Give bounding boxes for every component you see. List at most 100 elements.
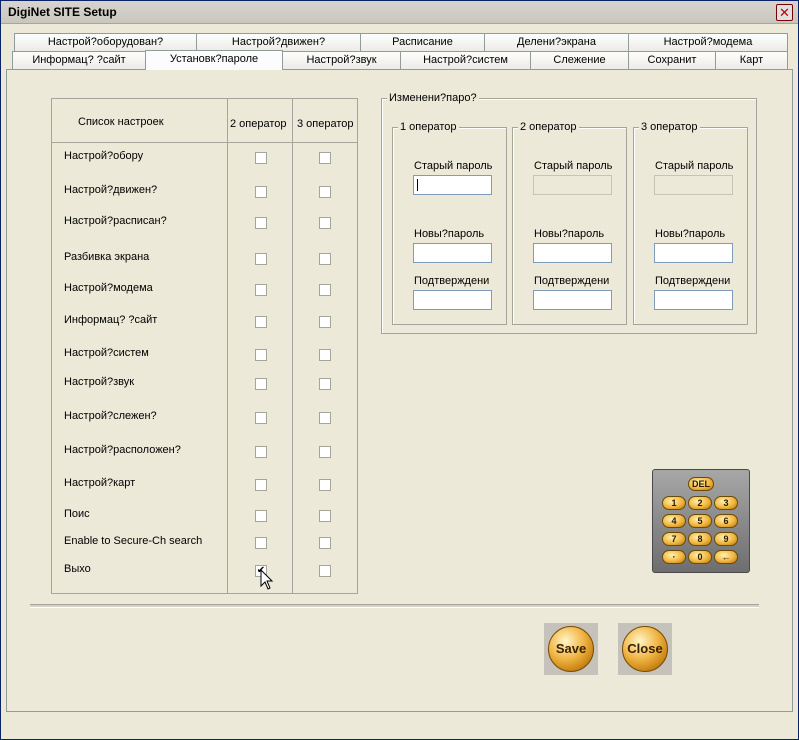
operator-group-title: 2 оператор (518, 121, 579, 133)
operator-group-title: 1 оператор (398, 121, 459, 133)
operator3-checkbox[interactable] (319, 152, 331, 164)
operator2-checkbox[interactable] (255, 186, 267, 198)
operator3-checkbox[interactable] (319, 378, 331, 390)
setting-row-label: Разбивка экрана (64, 251, 150, 263)
confirm-password-field[interactable] (654, 290, 733, 310)
keypad-key[interactable]: 7 (662, 532, 686, 546)
operator3-checkbox[interactable] (319, 446, 331, 458)
settings-list-header: Список настроек (78, 116, 164, 128)
setup-window: DigiNet SITE Setup ✕ Настрой?оборудован?… (0, 0, 799, 740)
operator2-checkbox[interactable] (255, 349, 267, 361)
old-password-label: Старый пароль (534, 160, 613, 172)
tab-modem-settings[interactable]: Настрой?модема (628, 33, 788, 51)
operator2-checkbox[interactable] (255, 253, 267, 265)
operator2-checkbox[interactable] (255, 446, 267, 458)
tab-screen-split[interactable]: Делени?экрана (484, 33, 629, 51)
operator3-checkbox[interactable] (319, 186, 331, 198)
setting-row-label: Настрой?систем (64, 347, 149, 359)
setting-row-label: Настрой?слежен? (64, 410, 157, 422)
keypad-key[interactable]: 2 (688, 496, 712, 510)
setting-row-label: Enable to Secure-Ch search (64, 535, 203, 547)
tab-sound-settings[interactable]: Настрой?звук (282, 51, 401, 69)
setting-row-label: Настрой?расположен? (64, 444, 181, 456)
operator3-checkbox[interactable] (319, 510, 331, 522)
close-button[interactable]: Close (622, 626, 668, 672)
operator2-checkbox[interactable] (255, 316, 267, 328)
confirm-password-label: Подтверждени (655, 275, 731, 287)
close-button-frame: Close (618, 623, 672, 675)
old-password-field[interactable] (413, 175, 492, 195)
keypad-key[interactable]: 9 (714, 532, 738, 546)
setting-row-label: Информац? ?сайт (64, 314, 158, 326)
setting-row-label: Настрой?расписан? (64, 215, 167, 227)
operator2-checkbox[interactable] (255, 479, 267, 491)
new-password-label: Новы?пароль (414, 228, 485, 240)
operator3-checkbox[interactable] (319, 349, 331, 361)
tab-save[interactable]: Сохранит (628, 51, 716, 69)
setting-row-label: Настрой?обору (64, 150, 144, 162)
tab-password-setup[interactable]: Установк?пароле (145, 50, 283, 70)
tab-hardware-settings[interactable]: Настрой?оборудован? (14, 33, 197, 51)
new-password-field[interactable] (413, 243, 492, 263)
tab-motion-settings[interactable]: Настрой?движен? (196, 33, 361, 51)
tab-schedule[interactable]: Расписание (360, 33, 485, 51)
tab-tracking[interactable]: Слежение (530, 51, 629, 69)
new-password-field[interactable] (654, 243, 733, 263)
operator3-checkbox[interactable] (319, 537, 331, 549)
setting-row-label: Настрой?карт (64, 477, 136, 489)
window-close-button[interactable]: ✕ (776, 4, 793, 21)
confirm-password-field[interactable] (533, 290, 612, 310)
confirm-password-label: Подтверждени (534, 275, 610, 287)
operator2-checkbox[interactable] (255, 284, 267, 296)
operator2-checkbox[interactable] (255, 412, 267, 424)
operator2-checkbox[interactable] (255, 537, 267, 549)
operator3-checkbox[interactable] (319, 412, 331, 424)
operator3-checkbox[interactable] (319, 284, 331, 296)
new-password-field[interactable] (533, 243, 612, 263)
keypad-key[interactable]: 8 (688, 532, 712, 546)
operator2-checkbox[interactable] (255, 378, 267, 390)
operator2-checkbox[interactable] (255, 510, 267, 522)
operator3-checkbox[interactable] (319, 217, 331, 229)
old-password-label: Старый пароль (655, 160, 734, 172)
keypad-key[interactable]: ← (714, 550, 738, 564)
text-caret (417, 179, 418, 191)
confirm-password-label: Подтверждени (414, 275, 490, 287)
operator3-checkbox[interactable] (319, 253, 331, 265)
tab-system-settings[interactable]: Настрой?систем (400, 51, 531, 69)
keypad-key[interactable]: 0 (688, 550, 712, 564)
title-bar: DigiNet SITE Setup ✕ (1, 1, 798, 24)
save-button[interactable]: Save (548, 626, 594, 672)
old-password-field (654, 175, 733, 195)
setting-row-label: Выхо (64, 563, 91, 575)
keypad-del-key[interactable]: DEL (688, 477, 714, 491)
mouse-cursor-icon (260, 569, 274, 590)
window-title: DigiNet SITE Setup (8, 5, 117, 19)
numeric-keypad: DEL 1 2 3 4 5 6 7 8 9 · 0 ← (652, 469, 750, 573)
separator-line (30, 604, 759, 608)
old-password-label: Старый пароль (414, 160, 493, 172)
password-change-title: Изменени?паро? (387, 92, 479, 104)
new-password-label: Новы?пароль (534, 228, 605, 240)
keypad-key[interactable]: 3 (714, 496, 738, 510)
operator2-checkbox[interactable] (255, 152, 267, 164)
keypad-key[interactable]: 1 (662, 496, 686, 510)
confirm-password-field[interactable] (413, 290, 492, 310)
keypad-key[interactable]: · (662, 550, 686, 564)
setting-row-label: Настрой?звук (64, 376, 135, 388)
save-button-frame: Save (544, 623, 598, 675)
operator3-column-header: 3 оператор (297, 118, 354, 130)
operator2-checkbox[interactable] (255, 217, 267, 229)
tab-site-info[interactable]: Информац? ?сайт (12, 51, 146, 69)
operator2-column-header: 2 оператор (230, 118, 287, 130)
new-password-label: Новы?пароль (655, 228, 726, 240)
tab-map[interactable]: Карт (715, 51, 788, 69)
keypad-key[interactable]: 5 (688, 514, 712, 528)
operator3-checkbox[interactable] (319, 316, 331, 328)
old-password-field (533, 175, 612, 195)
operator3-checkbox[interactable] (319, 565, 331, 577)
operator3-checkbox[interactable] (319, 479, 331, 491)
keypad-key[interactable]: 4 (662, 514, 686, 528)
operator-group-title: 3 оператор (639, 121, 700, 133)
keypad-key[interactable]: 6 (714, 514, 738, 528)
